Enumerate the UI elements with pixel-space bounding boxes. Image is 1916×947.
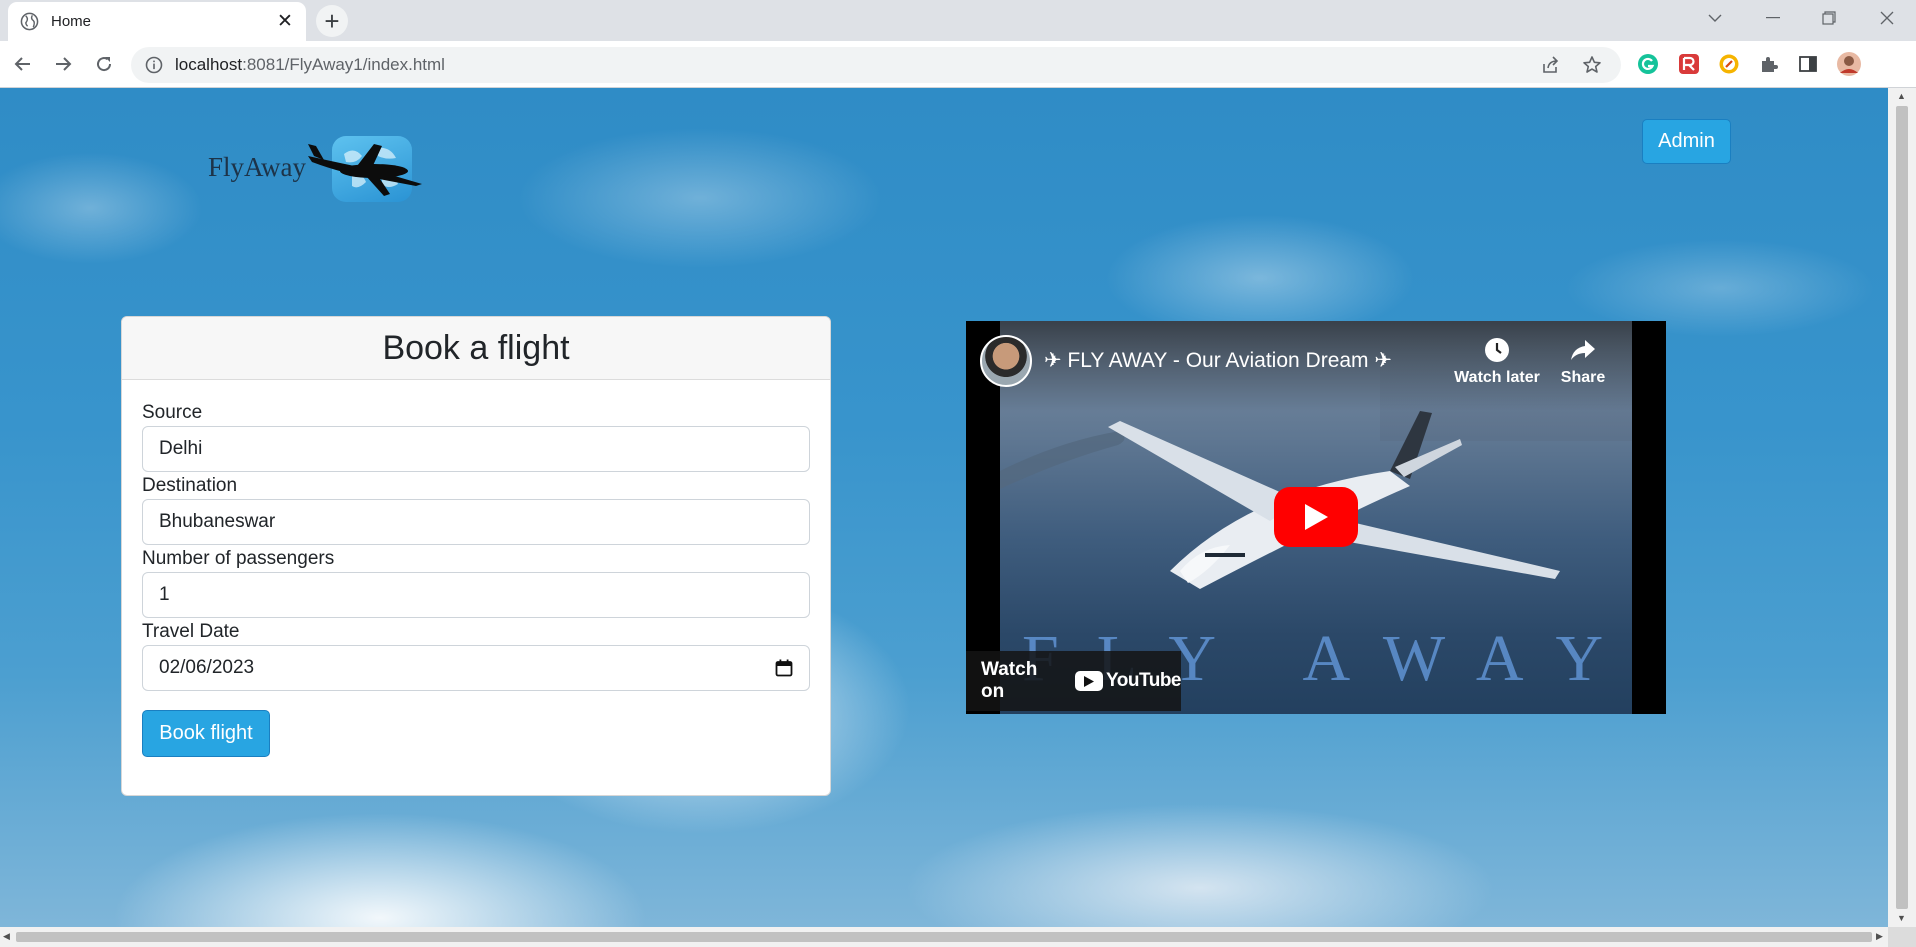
close-window-icon[interactable]: [1864, 0, 1910, 36]
share-button[interactable]: Share: [1548, 337, 1618, 387]
source-value: Delhi: [159, 438, 203, 459]
restore-icon[interactable]: [1806, 0, 1852, 36]
browser-toolbar: localhost:8081/FlyAway1/index.html: [0, 41, 1916, 88]
scroll-right-icon[interactable]: ▶: [1876, 931, 1883, 942]
booking-form: Source Delhi Destination Bhubaneswar Num…: [122, 380, 830, 757]
forward-icon[interactable]: [48, 49, 78, 79]
scroll-up-icon[interactable]: ▲: [1897, 91, 1906, 101]
profile-avatar[interactable]: [1836, 51, 1862, 77]
play-icon: [1305, 504, 1328, 530]
youtube-logo: YouTube: [1075, 670, 1181, 692]
share-label: Share: [1560, 369, 1606, 386]
horizontal-scrollbar[interactable]: ◀ ▶: [0, 927, 1888, 947]
watch-later-button[interactable]: Watch later: [1447, 337, 1547, 387]
admin-button[interactable]: Admin: [1642, 119, 1731, 164]
passengers-input[interactable]: 1: [142, 572, 810, 618]
scroll-down-icon[interactable]: ▼: [1897, 913, 1906, 923]
destination-label: Destination: [142, 475, 238, 496]
url-text: localhost:8081/FlyAway1/index.html: [175, 55, 445, 75]
minimize-icon[interactable]: [1750, 0, 1796, 36]
travel-date-value: 02/06/2023: [159, 657, 255, 678]
play-button[interactable]: [1274, 487, 1358, 547]
scroll-left-icon[interactable]: ◀: [3, 931, 10, 942]
url-path: :8081/FlyAway1/index.html: [242, 55, 445, 74]
youtube-wordmark: YouTube: [1106, 670, 1181, 691]
channel-avatar[interactable]: [980, 335, 1032, 387]
bookmark-star-icon[interactable]: [1582, 55, 1602, 75]
youtube-play-icon: [1075, 671, 1104, 691]
share-arrow-icon: [1571, 340, 1595, 360]
vertical-scrollbar[interactable]: ▲ ▼: [1888, 88, 1916, 927]
site-info-icon[interactable]: [145, 56, 163, 74]
scrollbar-corner: [1888, 927, 1916, 947]
address-bar[interactable]: localhost:8081/FlyAway1/index.html: [131, 47, 1621, 83]
browser-tab-bar: Home ✕ +: [0, 0, 1916, 41]
airplane-icon: [308, 144, 422, 196]
booking-card: Book a flight Source Delhi Destination B…: [121, 316, 831, 796]
watch-on-label: Watch on: [981, 659, 1038, 702]
reload-icon[interactable]: [89, 49, 119, 79]
booking-card-title: Book a flight: [122, 317, 830, 380]
share-page-icon[interactable]: [1541, 55, 1561, 75]
calendar-icon[interactable]: [775, 659, 793, 677]
clock-icon: [1485, 338, 1509, 362]
close-tab-icon[interactable]: ✕: [276, 10, 294, 33]
watch-on-youtube-link[interactable]: Watch on YouTube: [966, 651, 1181, 711]
extension-red-icon[interactable]: [1678, 53, 1700, 75]
travel-date-label: Travel Date: [142, 621, 240, 642]
passengers-value: 1: [159, 584, 170, 605]
passengers-label: Number of passengers: [142, 548, 335, 569]
extensions-puzzle-icon[interactable]: [1758, 53, 1780, 75]
video-title[interactable]: ✈ FLY AWAY - Our Aviation Dream ✈: [1044, 348, 1392, 373]
tab-title: Home: [51, 13, 92, 30]
book-flight-button[interactable]: Book flight: [142, 710, 270, 757]
browser-tab-home[interactable]: Home ✕: [8, 2, 306, 41]
url-host: localhost: [175, 55, 243, 74]
vertical-scroll-thumb[interactable]: [1896, 106, 1908, 909]
side-panel-icon[interactable]: [1797, 53, 1819, 75]
source-label: Source: [142, 402, 203, 423]
travel-date-input[interactable]: 02/06/2023: [142, 645, 810, 691]
watch-later-label: Watch later: [1454, 369, 1540, 386]
flyaway-logo[interactable]: FlyAway: [208, 112, 428, 202]
back-icon[interactable]: [8, 49, 38, 79]
horizontal-scroll-thumb[interactable]: [16, 932, 1872, 942]
destination-value: Bhubaneswar: [159, 511, 276, 532]
extension-orange-icon[interactable]: [1718, 53, 1740, 75]
tab-search-icon[interactable]: [1692, 0, 1738, 36]
globe-icon: [20, 12, 39, 31]
page-viewport: FlyAway Admin Book a flight Source Delhi…: [0, 88, 1888, 927]
destination-input[interactable]: Bhubaneswar: [142, 499, 810, 545]
grammarly-icon[interactable]: [1637, 53, 1659, 75]
logo-text: FlyAway: [208, 152, 307, 182]
youtube-embed[interactable]: ✈ FLY AWAY - Our Aviation Dream ✈ Watch …: [966, 321, 1666, 714]
source-input[interactable]: Delhi: [142, 426, 810, 472]
new-tab-button[interactable]: +: [316, 5, 348, 37]
